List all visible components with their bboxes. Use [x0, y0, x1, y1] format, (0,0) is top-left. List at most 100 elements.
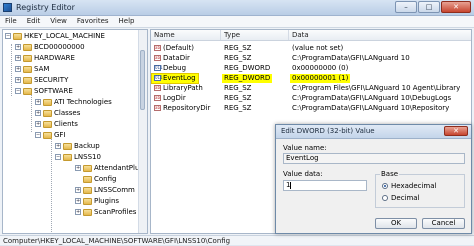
value-data: C:\ProgramData\GFI\LANguard 10\DebugLogs: [292, 94, 452, 102]
table-row[interactable]: 011Debug REG_DWORD 0x00000000 (0): [151, 64, 471, 73]
radio-unselected-icon[interactable]: [382, 195, 388, 201]
tree-item-gfi[interactable]: − GFI: [35, 130, 66, 140]
value-data: 0x00000001 (1): [290, 74, 351, 83]
collapse-icon[interactable]: −: [55, 154, 61, 160]
menu-favorites[interactable]: Favorites: [72, 16, 114, 27]
menu-view[interactable]: View: [45, 16, 72, 27]
value-type: REG_SZ: [224, 44, 252, 52]
tree-connector: [31, 94, 32, 132]
expand-icon[interactable]: +: [35, 121, 41, 127]
window-title: Registry Editor: [16, 3, 75, 12]
expand-icon[interactable]: +: [15, 66, 21, 72]
column-header-type[interactable]: Type: [221, 30, 289, 40]
table-row[interactable]: ab DataDir REG_SZ C:\ProgramData\GFI\LANg…: [151, 54, 471, 63]
tree-item-config[interactable]: Config: [83, 174, 116, 184]
value-name: RepositoryDir: [163, 104, 211, 112]
tree-item-label: HKEY_LOCAL_MACHINE: [24, 32, 105, 40]
tree-scrollbar[interactable]: [138, 30, 147, 233]
tree-item-security[interactable]: + SECURITY: [15, 75, 68, 85]
table-row[interactable]: ab LibraryPath REG_SZ C:\Program Files\GF…: [151, 84, 471, 93]
menu-edit[interactable]: Edit: [22, 16, 46, 27]
tree-item-label: SAM: [34, 65, 50, 73]
registry-tree[interactable]: − HKEY_LOCAL_MACHINE + BCD00000000 + HARDWA…: [2, 29, 148, 234]
table-row-selected[interactable]: 011EventLog REG_DWORD 0x00000001 (1): [151, 73, 471, 84]
column-header-data[interactable]: Data: [289, 30, 471, 40]
title-bar[interactable]: Registry Editor – □ ✕: [0, 0, 474, 16]
tree-scrollbar-thumb[interactable]: [140, 50, 145, 110]
tree-item-label: ATI Technologies: [54, 98, 112, 106]
folder-icon: [23, 65, 32, 73]
expand-icon[interactable]: +: [75, 165, 81, 171]
expand-icon[interactable]: +: [75, 198, 81, 204]
expand-icon[interactable]: +: [75, 187, 81, 193]
expand-icon[interactable]: +: [15, 77, 21, 83]
tree-item-lnsscomm[interactable]: + LNSSComm: [75, 185, 135, 195]
cancel-button[interactable]: Cancel: [422, 218, 465, 229]
tree-connector: [11, 44, 12, 96]
dialog-close-button[interactable]: ✕: [444, 126, 468, 136]
tree-item-label: BCD00000000: [34, 43, 85, 51]
decimal-label: Decimal: [391, 194, 420, 202]
string-value-icon: ab: [154, 95, 161, 101]
expand-icon[interactable]: +: [35, 99, 41, 105]
base-group-label: Base: [380, 170, 400, 178]
tree-item-clients[interactable]: + Clients: [35, 119, 78, 129]
folder-icon: [83, 164, 92, 172]
expand-icon[interactable]: +: [75, 209, 81, 215]
radio-selected-icon[interactable]: [382, 183, 388, 189]
tree-item-plugins[interactable]: + Plugins: [75, 196, 119, 206]
dialog-title-bar[interactable]: Edit DWORD (32-bit) Value ✕: [276, 125, 471, 139]
menu-bar: File Edit View Favorites Help: [0, 16, 474, 28]
tree-item-scanprofiles[interactable]: + ScanProfiles: [75, 207, 136, 217]
ok-button[interactable]: OK: [375, 218, 417, 229]
tree-item-hardware[interactable]: + HARDWARE: [15, 53, 75, 63]
hexadecimal-option[interactable]: Hexadecimal: [382, 182, 436, 190]
folder-icon: [23, 76, 32, 84]
table-row[interactable]: ab RepositoryDir REG_SZ C:\ProgramData\GF…: [151, 104, 471, 113]
tree-item-bcd[interactable]: + BCD00000000: [15, 42, 85, 52]
tree-item-label: Classes: [54, 109, 81, 117]
string-value-icon: ab: [154, 105, 161, 111]
value-type: REG_SZ: [224, 94, 252, 102]
maximize-button[interactable]: □: [418, 1, 440, 13]
value-data: C:\Program Files\GFI\LANguard 10 Agent\L…: [292, 84, 461, 92]
tree-item-classes[interactable]: + Classes: [35, 108, 80, 118]
value-name: Debug: [163, 64, 187, 72]
value-name-cell: ab LogDir: [154, 94, 186, 103]
value-data: C:\ProgramData\GFI\LANguard 10\Repositor…: [292, 104, 450, 112]
folder-icon: [83, 175, 92, 183]
registry-editor-window: Registry Editor – □ ✕ File Edit View Fav…: [0, 0, 474, 245]
menu-help[interactable]: Help: [114, 16, 140, 27]
table-row[interactable]: ab LogDir REG_SZ C:\ProgramData\GFI\LANgu…: [151, 94, 471, 103]
tree-item-ati[interactable]: + ATI Technologies: [35, 97, 112, 107]
close-button[interactable]: ✕: [441, 1, 471, 13]
value-name-label: Value name:: [283, 144, 327, 152]
expand-icon[interactable]: +: [35, 110, 41, 116]
minimize-button[interactable]: –: [395, 1, 417, 13]
folder-icon: [43, 109, 52, 117]
tree-item-lnss10[interactable]: − LNSS10: [55, 152, 101, 162]
expand-icon[interactable]: +: [55, 143, 61, 149]
value-type: REG_SZ: [224, 54, 252, 62]
tree-item-software[interactable]: − SOFTWARE: [15, 86, 73, 96]
expand-icon[interactable]: +: [15, 55, 21, 61]
folder-icon: [83, 197, 92, 205]
column-header-name[interactable]: Name: [151, 30, 221, 40]
folder-icon: [63, 153, 72, 161]
tree-item-label: LNSS10: [74, 153, 101, 161]
decimal-option[interactable]: Decimal: [382, 194, 420, 202]
value-data-input[interactable]: 1: [283, 180, 367, 191]
collapse-icon[interactable]: −: [15, 88, 21, 94]
value-type: REG_SZ: [224, 104, 252, 112]
tree-item-hklm[interactable]: − HKEY_LOCAL_MACHINE: [5, 31, 105, 41]
table-row[interactable]: ab (Default) REG_SZ (value not set): [151, 44, 471, 53]
value-name-field[interactable]: EventLog: [283, 153, 465, 164]
folder-icon: [63, 142, 72, 150]
tree-item-backup[interactable]: + Backup: [55, 141, 100, 151]
expand-icon[interactable]: +: [15, 44, 21, 50]
value-name-cell: ab LibraryPath: [154, 84, 203, 93]
collapse-icon[interactable]: −: [5, 33, 11, 39]
tree-item-sam[interactable]: + SAM: [15, 64, 49, 74]
menu-file[interactable]: File: [0, 16, 22, 27]
collapse-icon[interactable]: −: [35, 132, 41, 138]
